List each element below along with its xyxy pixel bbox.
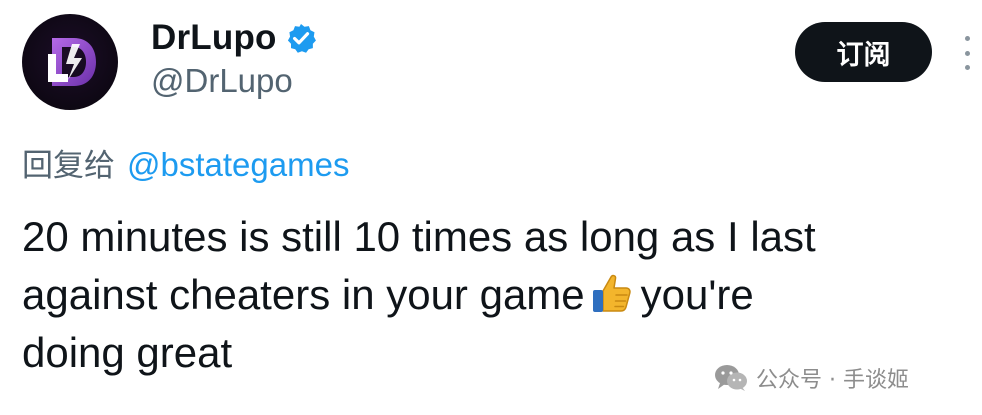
tweet-line-1: 20 minutes is still 10 times as long as … [22, 213, 816, 260]
display-name[interactable]: DrLupo [151, 18, 277, 58]
watermark-text: 公众号 · 手谈姬 [756, 368, 909, 393]
tweet-line-2: against cheaters in your game you're [22, 266, 962, 324]
tweet-card: DrLupo @DrLupo 订阅 回复给 @bstategames 20 min… [0, 0, 982, 415]
more-options-icon[interactable] [960, 36, 974, 70]
reply-prefix: 回复给 [22, 148, 115, 184]
verified-badge-icon [287, 24, 316, 53]
display-name-row: DrLupo [151, 16, 317, 60]
user-handle[interactable]: @DrLupo [151, 62, 293, 100]
avatar[interactable] [22, 14, 118, 110]
drlupo-logo-icon [48, 38, 96, 86]
more-dot [964, 50, 970, 56]
watermark: 公众号 · 手谈姬 [714, 362, 909, 394]
wechat-icon [715, 365, 747, 391]
subscribe-button[interactable]: 订阅 [795, 22, 932, 82]
tweet-line-2-start: against cheaters in your game [22, 271, 585, 318]
tweet-text: 20 minutes is still 10 times as long as … [22, 208, 962, 382]
reply-mention-link[interactable]: @bstategames [127, 146, 349, 183]
reply-context: 回复给 @bstategames [22, 140, 349, 185]
more-dot [964, 36, 970, 41]
more-dot [964, 65, 970, 70]
tweet-line-2-end: you're [640, 271, 754, 318]
thumbs-up-icon [592, 274, 631, 312]
